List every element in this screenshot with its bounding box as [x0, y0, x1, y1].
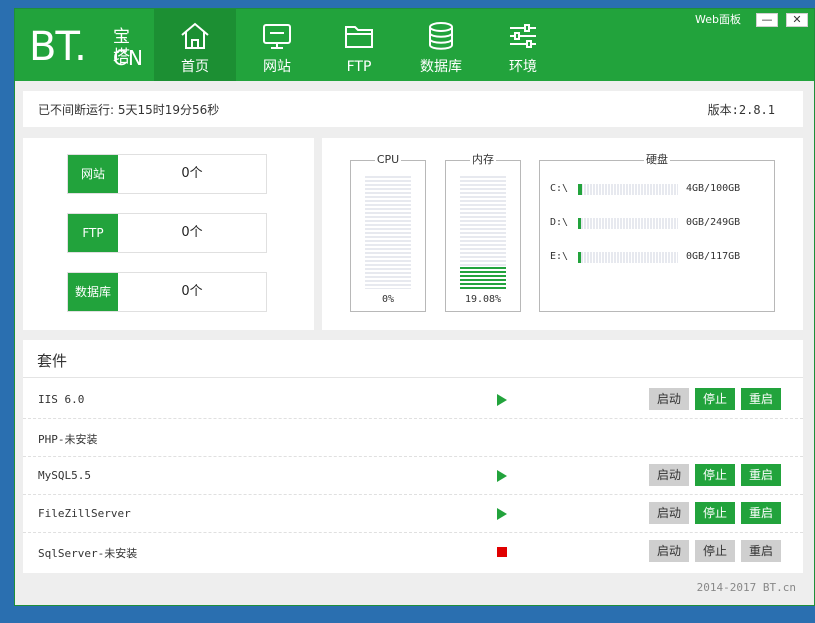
memory-gauge-title: 内存: [470, 153, 496, 166]
disk-row-d: D:\ 0GB/249GB: [550, 215, 770, 231]
start-button[interactable]: 启动: [649, 502, 689, 524]
disk-usage-fill: [578, 218, 581, 229]
tab-environment-label: 环境: [509, 59, 537, 75]
stat-website-value: 0个: [181, 166, 203, 181]
monitor-panel: CPU 0% 内存 19.08% 硬盘 C:\ 4GB/100GB D:\ 0G…: [322, 138, 803, 330]
memory-gauge-fill: [460, 267, 506, 289]
header-bar: BT. 宝塔 CN 首页 网站 FTP 数据库 环境 Web面板 — ✕: [15, 9, 814, 81]
minimize-button[interactable]: —: [756, 13, 778, 27]
disk-usage-fill: [578, 252, 581, 263]
disk-size-label: 0GB/117GB: [686, 251, 741, 262]
cpu-gauge-value: 0%: [381, 294, 395, 305]
disk-drive-label: C:\: [550, 183, 569, 194]
stat-website: 网站 0个: [67, 154, 267, 194]
restart-button[interactable]: 重启: [741, 540, 781, 562]
stat-database-value: 0个: [181, 284, 203, 299]
home-icon: [181, 22, 209, 49]
stop-button[interactable]: 停止: [695, 464, 735, 486]
disk-row-c: C:\ 4GB/100GB: [550, 181, 770, 197]
suite-row-filezilla: FileZillServer 启动 停止 重启: [23, 495, 803, 533]
disk-usage-box: 硬盘 C:\ 4GB/100GB D:\ 0GB/249GB E:\ 0GB/1…: [539, 153, 775, 312]
uptime-bar: 已不间断运行: 5天15时19分56秒 版本:2.8.1: [23, 91, 803, 127]
stop-button[interactable]: 停止: [695, 540, 735, 562]
restart-button[interactable]: 重启: [741, 464, 781, 486]
tab-environment[interactable]: 环境: [482, 9, 564, 81]
running-play-icon: [497, 394, 507, 406]
stats-panel: 网站 0个 FTP 0个 数据库 0个: [23, 138, 314, 330]
stat-database: 数据库 0个: [67, 272, 267, 312]
stat-database-label: 数据库: [68, 273, 118, 311]
folder-icon: [345, 26, 373, 48]
disk-usage-track: [578, 218, 678, 229]
disk-row-e: E:\ 0GB/117GB: [550, 249, 770, 265]
restart-button[interactable]: 重启: [741, 388, 781, 410]
tab-ftp-label: FTP: [346, 59, 372, 75]
disk-size-label: 4GB/100GB: [686, 183, 741, 194]
start-button[interactable]: 启动: [649, 540, 689, 562]
suite-name: SqlServer-未安装: [38, 547, 138, 560]
stat-website-label: 网站: [68, 155, 118, 193]
start-button[interactable]: 启动: [649, 464, 689, 486]
running-play-icon: [497, 470, 507, 482]
disk-drive-label: D:\: [550, 217, 569, 228]
cpu-gauge-title: CPU: [374, 153, 402, 166]
cpu-gauge-bar: [365, 176, 411, 289]
start-button[interactable]: 启动: [649, 388, 689, 410]
version-text: 版本:2.8.1: [707, 103, 775, 117]
suite-title: 套件: [37, 352, 68, 370]
stat-ftp-value: 0个: [181, 225, 203, 240]
disk-usage-track: [578, 252, 678, 263]
suite-row-mysql: MySQL5.5 启动 停止 重启: [23, 457, 803, 495]
tab-home[interactable]: 首页: [154, 9, 236, 81]
suite-panel: 套件 IIS 6.0 启动 停止 重启 PHP-未安装 MySQL5.5 启动 …: [23, 340, 803, 573]
suite-name: PHP-未安装: [38, 433, 98, 446]
disk-title: 硬盘: [644, 153, 670, 166]
suite-row-php: PHP-未安装: [23, 419, 803, 457]
bt-panel-window: BT. 宝塔 CN 首页 网站 FTP 数据库 环境 Web面板 — ✕ 已不间…: [14, 8, 815, 606]
running-play-icon: [497, 508, 507, 520]
memory-gauge-bar: [460, 176, 506, 289]
stopped-square-icon: [497, 547, 507, 557]
web-panel-label: Web面板: [695, 13, 741, 26]
tab-database[interactable]: 数据库: [400, 9, 482, 81]
close-button[interactable]: ✕: [786, 13, 808, 27]
stat-ftp: FTP 0个: [67, 213, 267, 253]
tab-home-label: 首页: [181, 59, 209, 75]
suite-name: FileZillServer: [38, 507, 131, 520]
stop-button[interactable]: 停止: [695, 388, 735, 410]
tab-website[interactable]: 网站: [236, 9, 318, 81]
footer-copyright: 2014-2017 BT.cn: [696, 581, 796, 594]
disk-drive-label: E:\: [550, 251, 569, 262]
disk-usage-fill: [578, 184, 582, 195]
disk-size-label: 0GB/249GB: [686, 217, 741, 228]
disk-usage-track: [578, 184, 678, 195]
stat-ftp-label: FTP: [68, 214, 118, 252]
memory-gauge-value: 19.08%: [464, 294, 502, 305]
suite-name: IIS 6.0: [38, 393, 85, 406]
logo-bt-text: BT.: [29, 24, 87, 70]
suite-row-iis: IIS 6.0 启动 停止 重启: [23, 381, 803, 419]
logo-cn-bottom: CN: [113, 46, 144, 70]
sliders-icon: [510, 24, 536, 48]
tab-ftp[interactable]: FTP: [318, 9, 400, 81]
database-icon: [429, 22, 453, 50]
suite-name: MySQL5.5: [38, 469, 91, 482]
uptime-text: 已不间断运行: 5天15时19分56秒: [38, 103, 220, 117]
memory-gauge: 内存 19.08%: [445, 153, 521, 312]
cpu-gauge: CPU 0%: [350, 153, 426, 312]
monitor-icon: [263, 24, 291, 49]
tab-website-label: 网站: [263, 59, 291, 75]
stop-button[interactable]: 停止: [695, 502, 735, 524]
suite-divider: [23, 377, 803, 378]
tab-database-label: 数据库: [420, 59, 462, 75]
suite-row-sqlserver: SqlServer-未安装 启动 停止 重启: [23, 533, 803, 571]
restart-button[interactable]: 重启: [741, 502, 781, 524]
